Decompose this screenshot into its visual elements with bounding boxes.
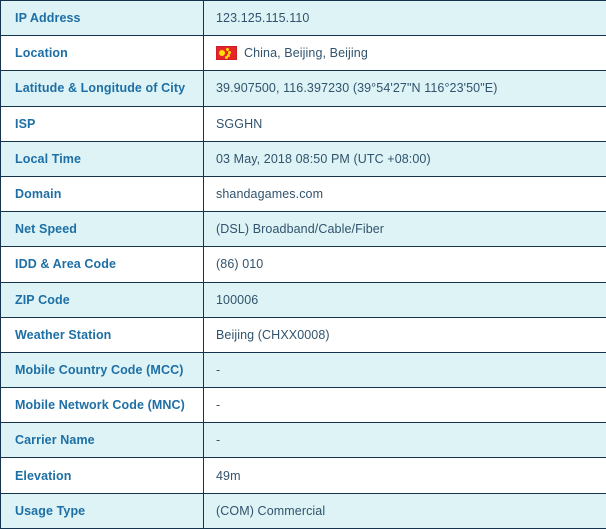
table-row: Weather Station Beijing (CHXX0008) <box>0 316 606 353</box>
row-value-content: 39.907500, 116.397230 (39°54'27"N 116°23… <box>216 81 606 95</box>
table-row: Elevation 49m <box>0 457 606 494</box>
row-value-content: Beijing (CHXX0008) <box>216 328 606 342</box>
table-row: Net Speed (DSL) Broadband/Cable/Fiber <box>0 211 606 248</box>
row-value-text: China, Beijing, Beijing <box>244 46 368 61</box>
row-value: - <box>203 351 606 389</box>
row-value-content: - <box>216 363 606 377</box>
row-label: Mobile Country Code (MCC) <box>0 351 204 389</box>
row-value-text: (86) 010 <box>216 257 264 272</box>
ip-lookup-details-table: IP Address 123.125.115.110 Location China, … <box>0 0 606 529</box>
row-value-text: - <box>216 362 221 377</box>
row-label: ZIP Code <box>0 281 204 318</box>
row-value-text: 49m <box>216 468 241 483</box>
row-value: (86) 010 <box>203 246 606 283</box>
table-row: Usage Type (COM) Commercial <box>0 492 606 529</box>
row-value-text: - <box>216 398 221 413</box>
row-label: Local Time <box>0 140 204 177</box>
row-value: China, Beijing, Beijing <box>203 35 606 72</box>
row-value-content: shandagames.com <box>216 187 606 201</box>
row-value-content: China, Beijing, Beijing <box>216 46 606 61</box>
china-flag-icon <box>216 46 237 61</box>
row-value-text: 123.125.115.110 <box>216 11 310 26</box>
table-row: Location China, Beijing, Beijing <box>0 35 606 72</box>
row-value-content: - <box>216 398 606 412</box>
row-value-text: (COM) Commercial <box>216 503 326 518</box>
row-value: 49m <box>203 457 606 494</box>
row-value: 03 May, 2018 08:50 PM (UTC +08:00) <box>203 140 606 177</box>
row-label: Mobile Network Code (MNC) <box>0 387 204 424</box>
row-value-text: Beijing (CHXX0008) <box>216 327 330 342</box>
row-label: ISP <box>0 105 204 142</box>
row-label: Domain <box>0 175 204 213</box>
row-value: 100006 <box>203 281 606 318</box>
table-row: Mobile Network Code (MNC) - <box>0 387 606 424</box>
row-value-content: (DSL) Broadband/Cable/Fiber <box>216 222 606 236</box>
row-value: 39.907500, 116.397230 (39°54'27"N 116°23… <box>203 70 606 107</box>
table-row: IDD & Area Code (86) 010 <box>0 246 606 283</box>
row-value: 123.125.115.110 <box>203 0 606 37</box>
table-row: ZIP Code 100006 <box>0 281 606 318</box>
row-value: - <box>203 387 606 424</box>
row-value-text: 39.907500, 116.397230 (39°54'27"N 116°23… <box>216 81 498 96</box>
row-value-content: (COM) Commercial <box>216 504 606 518</box>
row-value-text: shandagames.com <box>216 187 324 202</box>
table-row: Carrier Name - <box>0 422 606 459</box>
row-label: Usage Type <box>0 492 204 529</box>
ip-lookup-table-body: IP Address 123.125.115.110 Location China, … <box>0 0 606 529</box>
row-value-text: - <box>216 433 221 448</box>
row-value: (COM) Commercial <box>203 492 606 529</box>
row-label: IDD & Area Code <box>0 246 204 283</box>
table-row: Domain shandagames.com <box>0 175 606 213</box>
table-row: ISP SGGHN <box>0 105 606 142</box>
row-value-content: 100006 <box>216 293 606 307</box>
table-row: Latitude & Longitude of City 39.907500, 1… <box>0 70 606 107</box>
row-value-content: - <box>216 433 606 447</box>
row-value-content: (86) 010 <box>216 257 606 271</box>
row-value-text: 03 May, 2018 08:50 PM (UTC +08:00) <box>216 151 431 166</box>
row-value-content: 123.125.115.110 <box>216 11 606 25</box>
row-value: Beijing (CHXX0008) <box>203 316 606 353</box>
table-row: IP Address 123.125.115.110 <box>0 0 606 37</box>
row-value-content: SGGHN <box>216 117 606 131</box>
row-label: Weather Station <box>0 316 204 353</box>
row-value-text: (DSL) Broadband/Cable/Fiber <box>216 222 385 237</box>
row-label: Latitude & Longitude of City <box>0 70 204 107</box>
table-row: Local Time 03 May, 2018 08:50 PM (UTC +08… <box>0 140 606 177</box>
row-value-content: 49m <box>216 469 606 483</box>
row-value: SGGHN <box>203 105 606 142</box>
row-label: Carrier Name <box>0 422 204 459</box>
row-value-text: 100006 <box>216 292 259 307</box>
row-label: IP Address <box>0 0 204 37</box>
row-value: (DSL) Broadband/Cable/Fiber <box>203 211 606 248</box>
row-label: Net Speed <box>0 211 204 248</box>
row-value-text: SGGHN <box>216 116 263 131</box>
row-value-content: 03 May, 2018 08:50 PM (UTC +08:00) <box>216 152 606 166</box>
row-label: Location <box>0 35 204 72</box>
table-row: Mobile Country Code (MCC) - <box>0 351 606 389</box>
row-value: - <box>203 422 606 459</box>
row-label: Elevation <box>0 457 204 494</box>
row-value: shandagames.com <box>203 175 606 213</box>
